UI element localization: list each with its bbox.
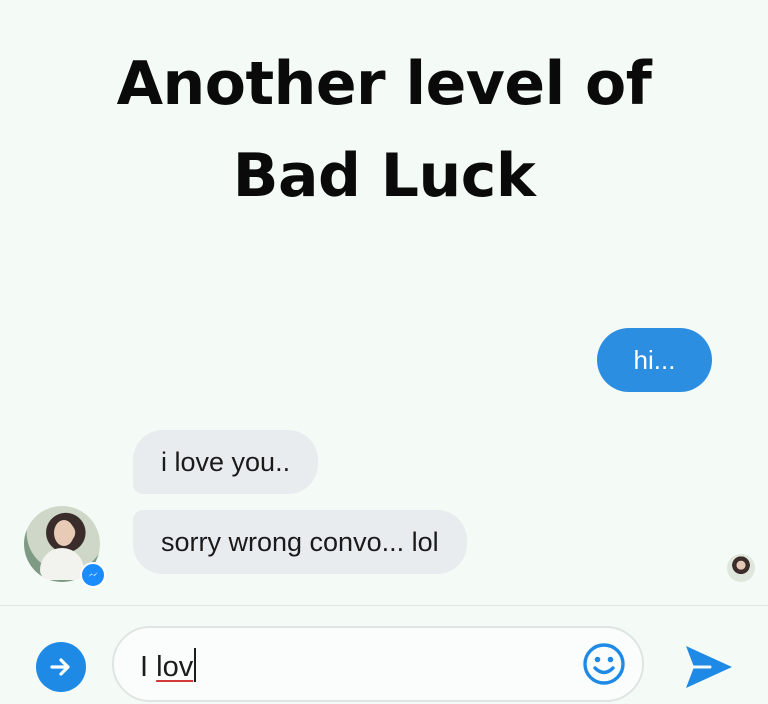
avatar-face [54,520,74,546]
send-icon[interactable] [680,640,736,694]
avatar-body [40,548,84,580]
message-composer: I lov [0,606,768,704]
chat-thread: hi... i love you.. sorry wrong convo... … [0,240,768,600]
smiley-icon[interactable] [580,640,628,688]
messenger-icon [80,562,106,588]
misspelled-word: lov [156,651,194,683]
incoming-message[interactable]: i love you.. [133,430,319,494]
caption-line-1: Another level of [116,49,652,119]
contact-avatar[interactable] [24,506,106,588]
message-input-text: I lov [140,648,197,685]
read-receipt-avatar [727,554,755,582]
outgoing-message[interactable]: hi... [597,328,712,392]
message-input[interactable]: I lov [112,626,644,702]
text-cursor [194,648,197,682]
incoming-message[interactable]: sorry wrong convo... lol [133,510,467,574]
meme-caption: Another level of Bad Luck [0,38,768,222]
arrow-right-circle-icon[interactable] [36,642,86,692]
typed-text: I [140,651,157,683]
caption-line-2: Bad Luck [232,141,536,211]
